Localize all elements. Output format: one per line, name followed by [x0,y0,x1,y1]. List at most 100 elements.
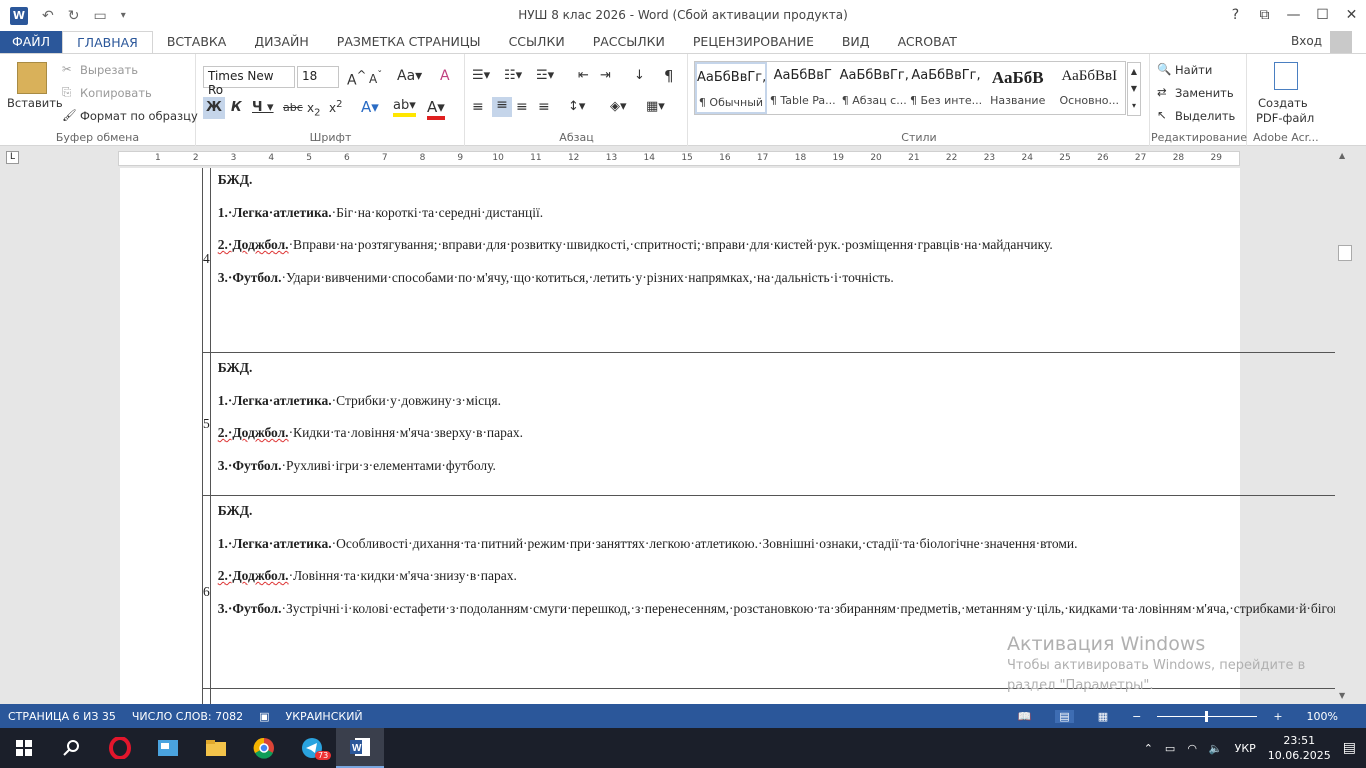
tab-home[interactable]: ГЛАВНАЯ [62,30,153,54]
copy-icon[interactable]: ⎘ [62,85,71,100]
tab-mailings[interactable]: РАССЫЛКИ [579,31,679,53]
multilevel-list-icon[interactable]: ☲▾ [536,68,554,83]
create-pdf-button[interactable]: Создать [1258,96,1308,110]
align-right-icon[interactable]: ≡ [516,99,528,115]
select-icon[interactable]: ↖ [1157,108,1167,122]
page-counter[interactable]: СТРАНИЦА 6 ИЗ 35 [8,710,116,723]
maximize-button[interactable]: ☐ [1308,0,1337,31]
chrome-icon[interactable] [240,728,288,768]
create-pdf-icon[interactable] [1274,62,1298,90]
tray-expand-icon[interactable]: ⌃ [1144,742,1153,755]
tab-references[interactable]: ССЫЛКИ [495,31,579,53]
minimize-button[interactable]: — [1279,0,1308,31]
find-icon[interactable]: 🔍 [1157,62,1171,76]
justify-icon[interactable]: ≡ [538,99,550,115]
web-layout-icon[interactable]: ▦ [1098,710,1108,723]
close-button[interactable]: ✕ [1337,0,1366,31]
lesson-content-cell[interactable]: БЖД. 1.·Легка·атлетика.·Стрибки·у·довжину… [209,352,1335,496]
style-body[interactable]: АаБбВвІ Основно... [1054,62,1126,114]
strikethrough-icon[interactable]: abc [283,101,303,114]
font-size-select[interactable]: 18 [297,66,339,88]
lesson-number-cell[interactable] [202,688,211,704]
line-spacing-icon[interactable]: ↕▾ [568,99,585,114]
language-indicator[interactable]: УКРАИНСКИЙ [286,710,363,723]
bullets-icon[interactable]: ☰▾ [472,68,490,83]
volume-icon[interactable]: 🔈 [1209,742,1223,755]
lesson-number-cell[interactable]: 6 [202,495,211,689]
word-taskbar-icon[interactable]: W [336,728,384,768]
lesson-number-cell[interactable]: 4 [202,168,211,353]
shrink-font-icon[interactable]: Aˇ [369,70,382,86]
align-left-icon[interactable]: ≡ [472,99,484,115]
zoom-slider[interactable] [1157,710,1258,722]
font-name-select[interactable]: Times New Ro [203,66,295,97]
tab-selector-icon[interactable]: L [6,151,19,164]
file-explorer-icon[interactable] [192,728,240,768]
sort-icon[interactable]: ↓ [634,68,645,83]
vertical-scrollbar[interactable]: ▲ ▼ [1335,147,1355,704]
change-case-icon[interactable]: Aa▾ [397,68,422,84]
format-painter-icon[interactable]: 🖌 [62,108,77,122]
horizontal-ruler[interactable]: 1 2 3 4 5 6 7 8 9 10 11 12 13 14 15 16 17 18 19 20 21 22 23 24 2… [118,151,1240,166]
scroll-down-icon[interactable]: ▼ [1339,691,1345,700]
opera-icon[interactable] [96,728,144,768]
style-normal[interactable]: АаБбВвГг, ¶ Обычный [695,62,767,114]
help-button[interactable]: ? [1221,0,1250,31]
tab-design[interactable]: ДИЗАЙН [240,31,322,53]
create-pdf-file-label[interactable]: PDF-файл [1256,111,1314,125]
replace-icon[interactable]: ⇄ [1157,85,1167,99]
search-icon[interactable] [48,728,96,768]
windows-start-icon[interactable] [0,728,48,768]
copy-button[interactable]: Копировать [80,86,152,100]
numbering-icon[interactable]: ☷▾ [504,68,522,83]
styles-scroll-icon[interactable]: ▲ ▼ ▾ [1127,62,1141,116]
underline-icon[interactable]: Ч ▾ [252,100,274,115]
telegram-icon[interactable]: 73 [288,728,336,768]
zoom-level[interactable]: 100% [1307,710,1338,723]
highlight-icon[interactable]: ab▾ [393,98,416,117]
style-title[interactable]: АаБбВ Название [982,62,1054,114]
select-button[interactable]: Выделить [1175,109,1235,123]
tab-file[interactable]: ФАЙЛ [0,31,63,53]
shading-icon[interactable]: ◈▾ [610,99,627,114]
cut-icon[interactable]: ✂ [62,62,72,76]
ribbon-display-button[interactable]: ⧉ [1250,0,1279,31]
style-list-paragraph[interactable]: АаБбВвГг, ¶ Абзац с... [839,62,911,114]
tab-page-layout[interactable]: РАЗМЕТКА СТРАНИЦЫ [323,31,495,53]
italic-icon[interactable]: К [231,100,242,115]
style-table-paragraph[interactable]: АаБбВвГ ¶ Table Pa... [767,62,839,114]
grow-font-icon[interactable]: A^ [347,68,366,89]
battery-icon[interactable]: ▭ [1165,742,1175,755]
cut-button[interactable]: Вырезать [80,63,138,77]
tab-review[interactable]: РЕЦЕНЗИРОВАНИЕ [679,31,828,53]
subscript-icon[interactable]: x2 [307,101,320,118]
decrease-indent-icon[interactable]: ⇤ [578,68,589,83]
font-color-icon[interactable]: A▾ [427,98,445,120]
superscript-icon[interactable]: x2 [329,99,342,115]
tab-acrobat[interactable]: ACROBAT [884,31,971,53]
style-no-spacing[interactable]: АаБбВвГг, ¶ Без инте... [910,62,982,114]
increase-indent-icon[interactable]: ⇥ [600,68,611,83]
wifi-icon[interactable]: ◠ [1187,742,1197,755]
lesson-number-cell[interactable]: 5 [202,352,211,496]
scroll-thumb[interactable] [1338,245,1352,261]
tab-insert[interactable]: ВСТАВКА [153,31,241,53]
clear-formatting-icon[interactable]: A [440,68,450,84]
align-center-icon[interactable]: ≡ [492,97,512,117]
bold-icon[interactable]: Ж [203,97,225,119]
paste-icon[interactable] [17,62,47,94]
control-panel-icon[interactable] [144,728,192,768]
replace-button[interactable]: Заменить [1175,86,1234,100]
proofing-icon[interactable]: ▣ [259,710,269,723]
notifications-icon[interactable]: ▤ [1343,740,1356,756]
clock[interactable]: 23:51 10.06.2025 [1268,733,1331,763]
zoom-out-icon[interactable]: − [1132,710,1141,723]
read-mode-icon[interactable]: 📖 [1018,710,1032,723]
text-effects-icon[interactable]: A▾ [361,98,379,116]
borders-icon[interactable]: ▦▾ [646,99,665,114]
show-marks-icon[interactable]: ¶ [664,67,674,85]
zoom-in-icon[interactable]: + [1273,710,1282,723]
paste-button[interactable]: Вставить [7,96,63,110]
scroll-up-icon[interactable]: ▲ [1339,151,1345,160]
tab-view[interactable]: ВИД [828,31,884,53]
